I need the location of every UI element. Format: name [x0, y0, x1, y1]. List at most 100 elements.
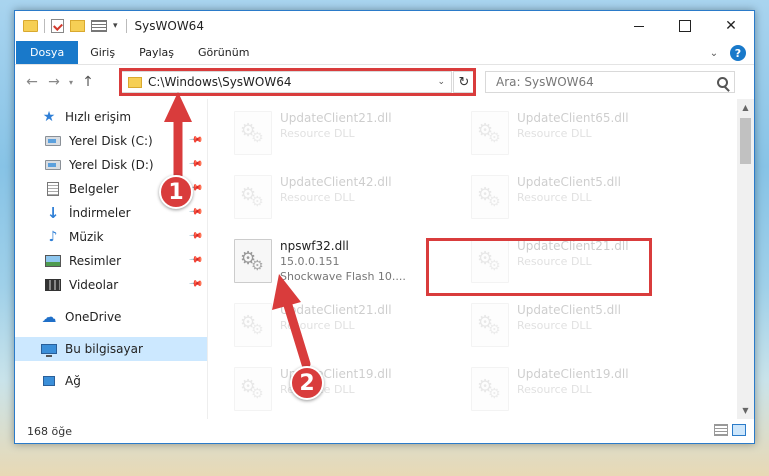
- pin-icon[interactable]: 📌: [188, 228, 203, 243]
- sidebar-item-pictures[interactable]: Resimler 📌: [15, 249, 207, 273]
- ribbon-tabs: Dosya Giriş Paylaş Görünüm ⌄ ?: [15, 41, 754, 65]
- sidebar-item-label: Yerel Disk (C:): [69, 134, 153, 148]
- dll-file-icon: [234, 239, 272, 283]
- sidebar-item-label: Yerel Disk (D:): [69, 158, 154, 172]
- sidebar-item-label: Müzik: [69, 230, 104, 244]
- dll-file-icon: [471, 111, 509, 155]
- computer-icon: [41, 344, 57, 357]
- search-input[interactable]: [496, 75, 696, 89]
- new-folder-icon[interactable]: [70, 20, 85, 32]
- recent-locations-chevron-icon[interactable]: ▾: [65, 71, 77, 93]
- back-arrow-icon[interactable]: ←: [21, 71, 43, 93]
- file-item[interactable]: UpdateClient65.dll Resource DLL: [465, 107, 702, 163]
- item-count: 168 öğe: [27, 424, 72, 438]
- close-button[interactable]: ✕: [708, 11, 754, 41]
- step-badge-2: 2: [290, 366, 324, 400]
- properties-icon[interactable]: [51, 19, 64, 33]
- network-icon: [43, 376, 55, 386]
- help-icon[interactable]: ?: [730, 45, 746, 61]
- sidebar-item-onedrive[interactable]: ☁ OneDrive: [15, 305, 207, 329]
- dll-file-icon: [471, 303, 509, 347]
- scroll-up-arrow-icon[interactable]: ▲: [737, 99, 754, 116]
- pin-icon[interactable]: 📌: [188, 132, 203, 147]
- file-highlight-box: [426, 238, 652, 296]
- scroll-down-arrow-icon[interactable]: ▼: [737, 402, 754, 419]
- details-view-icon[interactable]: [714, 424, 728, 436]
- title-bar: ▾ SysWOW64 ✕: [15, 11, 754, 41]
- file-item[interactable]: UpdateClient21.dll Resource DLL: [228, 107, 465, 163]
- dll-file-icon: [234, 175, 272, 219]
- file-description: Resource DLL: [280, 127, 355, 140]
- forward-arrow-icon[interactable]: →: [43, 71, 65, 93]
- sidebar-item-music[interactable]: ♪ Müzik 📌: [15, 225, 207, 249]
- maximize-button[interactable]: [662, 11, 708, 41]
- step-badge-1: 1: [159, 175, 193, 209]
- sidebar-item-local-disk-c[interactable]: Yerel Disk (C:) 📌: [15, 129, 207, 153]
- search-box[interactable]: [485, 71, 735, 93]
- file-description: Resource DLL: [517, 319, 592, 332]
- explorer-window: ▾ SysWOW64 ✕ Dosya Giriş Paylaş Görünüm …: [14, 10, 755, 444]
- pin-icon[interactable]: 📌: [188, 276, 203, 291]
- status-bar: 168 öğe: [15, 419, 754, 443]
- file-description: Resource DLL: [517, 191, 592, 204]
- file-name: UpdateClient19.dll: [517, 367, 629, 381]
- file-name: npswf32.dll: [280, 239, 349, 253]
- file-item[interactable]: UpdateClient42.dll Resource DLL: [228, 171, 465, 227]
- file-version: 15.0.0.151: [280, 255, 340, 268]
- documents-icon: [47, 182, 59, 196]
- address-highlight-box: [119, 68, 476, 96]
- window-title: SysWOW64: [125, 19, 204, 33]
- up-arrow-icon[interactable]: ↑: [77, 71, 99, 93]
- dll-file-icon: [471, 367, 509, 411]
- dll-file-icon: [234, 111, 272, 155]
- file-item[interactable]: UpdateClient5.dll Resource DLL: [465, 299, 702, 355]
- main-area: ★ Hızlı erişim Yerel Disk (C:) 📌 Yerel D…: [15, 99, 754, 419]
- scroll-thumb[interactable]: [740, 118, 751, 164]
- sidebar-item-quick-access[interactable]: ★ Hızlı erişim: [15, 105, 207, 129]
- pin-icon[interactable]: 📌: [188, 156, 203, 171]
- quick-access-toolbar: ▾: [15, 19, 118, 33]
- sidebar-item-label: Bu bilgisayar: [65, 342, 143, 356]
- dll-file-icon: [234, 303, 272, 347]
- pin-icon[interactable]: 📌: [188, 204, 203, 219]
- sidebar-item-label: Ağ: [65, 374, 81, 388]
- tab-home[interactable]: Giriş: [78, 41, 127, 64]
- tab-share[interactable]: Paylaş: [127, 41, 186, 64]
- sidebar-item-label: Videolar: [69, 278, 119, 292]
- videos-icon: [45, 279, 61, 291]
- sidebar-item-local-disk-d[interactable]: Yerel Disk (D:) 📌: [15, 153, 207, 177]
- sidebar-item-network[interactable]: Ağ: [15, 369, 207, 393]
- sidebar-item-label: Resimler: [69, 254, 122, 268]
- file-description: Resource DLL: [517, 127, 592, 140]
- file-item[interactable]: UpdateClient19.dllResource DLL: [465, 363, 702, 419]
- pin-icon[interactable]: 📌: [188, 252, 203, 267]
- expand-ribbon-chevron-icon[interactable]: ⌄: [706, 45, 722, 61]
- file-description: Shockwave Flash 10....: [280, 270, 406, 283]
- search-icon: [717, 76, 728, 88]
- file-item[interactable]: UpdateClient21.dll Resource DLL: [228, 299, 465, 355]
- sidebar-item-label: Hızlı erişim: [65, 110, 132, 124]
- view-toggle-group: [714, 424, 746, 436]
- drive-icon: [45, 160, 61, 170]
- file-item[interactable]: UpdateClient5.dll Resource DLL: [465, 171, 702, 227]
- customize-toolbar-chevron-icon[interactable]: ▾: [113, 21, 118, 31]
- file-item[interactable]: UpdateClient19.dllResource DLL: [228, 363, 465, 419]
- sidebar-item-videos[interactable]: Videolar 📌: [15, 273, 207, 297]
- vertical-scrollbar[interactable]: ▲ ▼: [737, 99, 754, 419]
- sidebar-item-label: OneDrive: [65, 310, 122, 324]
- tab-view[interactable]: Görünüm: [186, 41, 261, 64]
- file-name: UpdateClient5.dll: [517, 303, 621, 317]
- large-icons-view-icon[interactable]: [732, 424, 746, 436]
- file-description: Resource DLL: [280, 191, 355, 204]
- sidebar-item-label: Belgeler: [69, 182, 119, 196]
- navigation-pane: ★ Hızlı erişim Yerel Disk (C:) 📌 Yerel D…: [15, 99, 208, 419]
- tab-file[interactable]: Dosya: [16, 41, 79, 64]
- address-row: ← → ▾ ↑ C:\Windows\SysWOW64 ⌄ ↻: [15, 65, 754, 99]
- file-name: UpdateClient5.dll: [517, 175, 621, 189]
- minimize-button[interactable]: [616, 11, 662, 41]
- view-options-icon[interactable]: [91, 20, 107, 32]
- sidebar-item-this-pc[interactable]: Bu bilgisayar: [15, 337, 207, 361]
